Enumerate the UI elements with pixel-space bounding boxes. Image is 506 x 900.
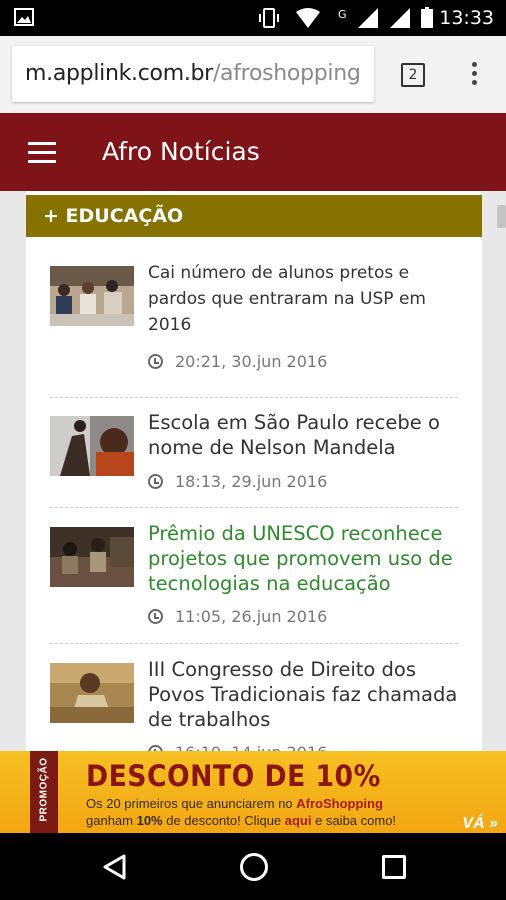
- article-time: 16:10, 14.jun 2016: [148, 743, 327, 751]
- promo-link[interactable]: aqui: [285, 813, 312, 828]
- promo-banner[interactable]: PROMOÇÃO DESCONTO DE 10% Os 20 primeiros…: [0, 751, 506, 833]
- clock-icon: [148, 609, 163, 624]
- wifi-icon: [296, 8, 320, 28]
- article-time: 18:13, 29.jun 2016: [148, 472, 327, 491]
- article-thumbnail: [50, 416, 134, 476]
- home-icon[interactable]: [240, 853, 268, 881]
- article-thumbnail: [50, 266, 134, 326]
- scrollbar[interactable]: [497, 205, 506, 228]
- divider: [50, 643, 458, 644]
- promo-headline: DESCONTO DE 10%: [86, 759, 381, 793]
- section-heading[interactable]: + EDUCAÇÃO: [26, 195, 482, 237]
- promo-ribbon-label: PROMOÇÃO: [38, 757, 50, 822]
- section-card: + EDUCAÇÃO Cai número de alunos pretos e…: [26, 191, 482, 751]
- status-bar: G 13:33: [0, 0, 506, 36]
- promo-line-1: Os 20 primeiros que anunciarem no AfroSh…: [86, 796, 383, 811]
- app-title: Afro Notícias: [102, 137, 260, 166]
- article-thumbnail: [50, 527, 134, 587]
- vibrate-icon: [259, 8, 279, 28]
- network-type-label: G: [338, 8, 347, 21]
- app-header: Afro Notícias: [0, 113, 506, 191]
- article-thumbnail: [50, 663, 134, 723]
- gallery-icon: [14, 8, 34, 26]
- news-list-area[interactable]: + EDUCAÇÃO Cai número de alunos pretos e…: [0, 191, 506, 751]
- recent-apps-icon[interactable]: [382, 855, 406, 879]
- promo-line-2: ganham 10% de desconto! Clique aqui e sa…: [86, 813, 397, 828]
- clock-time: 13:33: [439, 7, 494, 29]
- article-time-text: 11:05, 26.jun 2016: [175, 607, 328, 626]
- overflow-menu-icon[interactable]: [462, 58, 486, 92]
- article-title[interactable]: Escola em São Paulo recebe o nome de Nel…: [148, 410, 464, 460]
- promo-ribbon: PROMOÇÃO: [30, 751, 58, 833]
- address-bar[interactable]: m.applink.com.br/afroshopping: [12, 46, 374, 102]
- promo-go-button[interactable]: VÁ »: [462, 815, 498, 833]
- article-time-text: 20:21, 30.jun 2016: [175, 352, 328, 371]
- tab-switcher-button[interactable]: 2: [401, 63, 425, 87]
- back-icon[interactable]: [100, 853, 128, 881]
- navigation-bar: [0, 833, 506, 900]
- article-title[interactable]: Prêmio da UNESCO reconhece projetos que …: [148, 521, 464, 596]
- article-time: 11:05, 26.jun 2016: [148, 607, 327, 626]
- article-time-text: 18:13, 29.jun 2016: [175, 472, 328, 491]
- status-icons: G: [259, 7, 433, 28]
- url-host: m.applink.com.br: [25, 61, 213, 86]
- browser-toolbar: m.applink.com.br/afroshopping 2: [0, 36, 506, 113]
- url-text: m.applink.com.br/afroshopping: [25, 61, 361, 86]
- article-time-text: 16:10, 14.jun 2016: [175, 743, 327, 751]
- clock-icon: [148, 354, 163, 369]
- clock-icon: [148, 474, 163, 489]
- divider: [50, 507, 458, 508]
- signal-icon: [358, 8, 378, 28]
- article-time: 20:21, 30.jun 2016: [148, 352, 327, 371]
- battery-icon: [421, 7, 433, 28]
- hamburger-menu-icon[interactable]: [28, 142, 56, 164]
- signal-icon-2: [390, 8, 410, 28]
- promo-brand: AfroShopping: [296, 796, 383, 811]
- divider: [50, 397, 458, 398]
- article-title[interactable]: III Congresso de Direito dos Povos Tradi…: [148, 657, 464, 732]
- article-title[interactable]: Cai número de alunos pretos e pardos que…: [148, 260, 464, 338]
- url-path: /afroshopping: [212, 61, 361, 86]
